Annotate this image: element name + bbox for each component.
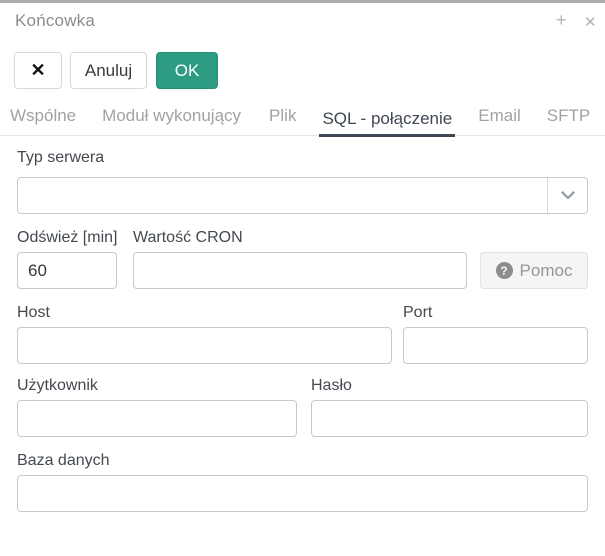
host-label: Host [17, 304, 50, 322]
odswiez-input[interactable] [17, 252, 117, 289]
tab-plik[interactable]: Plik [266, 106, 299, 137]
uzytkownik-label: Użytkownik [17, 377, 98, 395]
cancel-button[interactable]: Anuluj [70, 52, 147, 89]
window-top-edge [0, 0, 605, 3]
tab-modul-wykonujacy[interactable]: Moduł wykonujący [99, 106, 244, 137]
tab-wspolne[interactable]: Wspólne [7, 106, 79, 137]
window-title: Końcowka [15, 11, 95, 31]
tab-sftp[interactable]: SFTP [544, 106, 593, 137]
tab-strip: Wspólne Moduł wykonujący Plik SQL - połą… [0, 106, 605, 136]
host-input[interactable] [17, 327, 392, 364]
question-mark-icon: ? [496, 262, 513, 279]
cron-label: Wartość CRON [133, 229, 243, 247]
typ-serwera-select[interactable] [17, 177, 588, 214]
uzytkownik-input[interactable] [17, 400, 297, 437]
tab-sql-polaczenie[interactable]: SQL - połączenie [319, 109, 455, 137]
cron-input[interactable] [133, 252, 467, 289]
haslo-label: Hasło [311, 377, 352, 395]
maximize-icon[interactable]: + [556, 10, 567, 30]
port-label: Port [403, 304, 432, 322]
close-icon[interactable]: ✕ [584, 13, 597, 33]
baza-danych-label: Baza danych [17, 452, 110, 470]
close-button[interactable]: ✕ [14, 52, 62, 89]
typ-serwera-value [28, 178, 545, 213]
port-input[interactable] [403, 327, 588, 364]
tab-email[interactable]: Email [475, 106, 524, 137]
haslo-input[interactable] [311, 400, 588, 437]
help-button[interactable]: ? Pomoc [480, 252, 588, 289]
ok-button[interactable]: OK [156, 52, 218, 89]
odswiez-label: Odśwież [min] [17, 229, 117, 247]
typ-serwera-label: Typ serwera [17, 149, 104, 167]
help-button-label: Pomoc [520, 261, 573, 281]
dialog-koncowka: Końcowka + ✕ ✕ Anuluj OK Wspólne Moduł w… [0, 0, 605, 556]
chevron-down-icon [547, 178, 587, 213]
baza-danych-input[interactable] [17, 475, 588, 512]
